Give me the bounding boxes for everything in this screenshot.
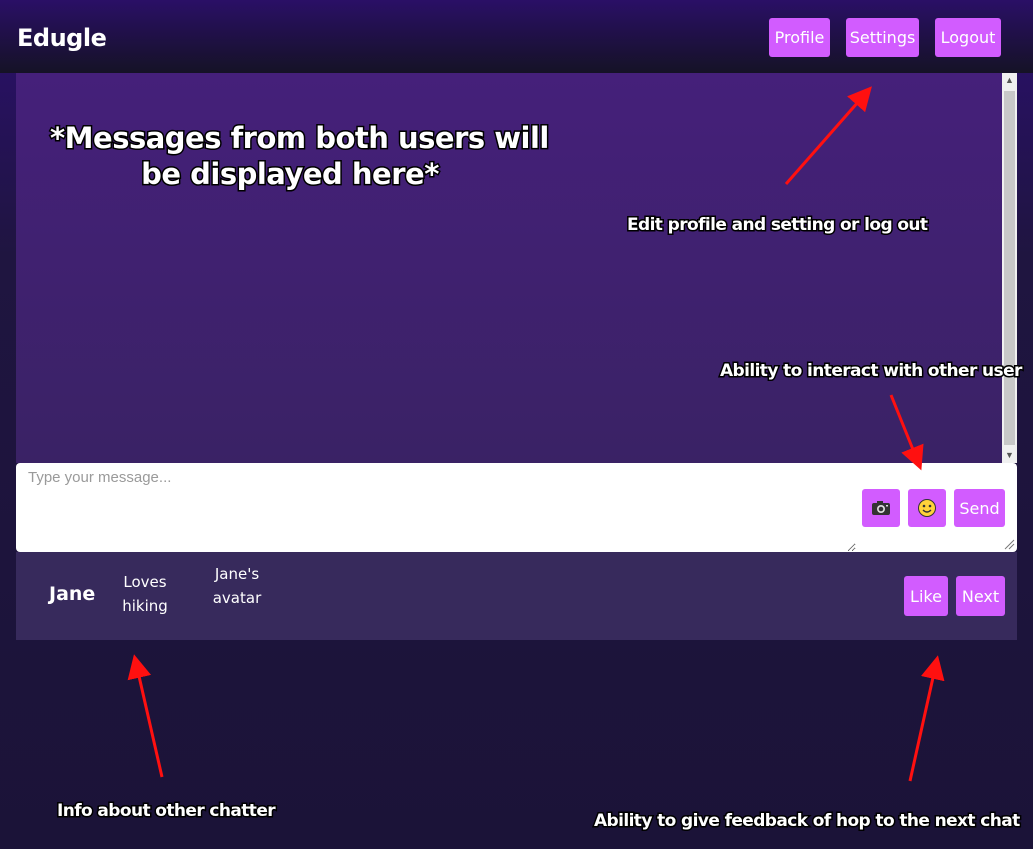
messages-annotation: *Messages from both users will be displa… [49, 120, 551, 193]
message-input[interactable] [16, 463, 856, 552]
emoji-button[interactable] [908, 489, 946, 527]
scroll-down-icon[interactable]: ▼ [1002, 448, 1017, 463]
interact-annotation: Ability to interact with other user [719, 360, 1024, 383]
scroll-up-icon[interactable]: ▲ [1002, 73, 1017, 88]
chatter-avatar-line2: avatar [212, 589, 262, 607]
messages-annotation-line1: *Messages from both users will [49, 120, 551, 157]
feedback-annotation: Ability to give feedback of hop to the n… [593, 810, 1022, 833]
profile-button[interactable]: Profile [769, 18, 830, 57]
chatter-bio-line2: hiking [122, 597, 168, 615]
messages-annotation-line2: be displayed here* [140, 156, 441, 193]
arrow-to-like-next [908, 655, 945, 782]
chat-scrollbar[interactable]: ▲ ▼ [1002, 73, 1017, 463]
settings-button[interactable]: Settings [846, 18, 919, 57]
chatter-avatar: Jane's avatar [209, 562, 265, 610]
like-button[interactable]: Like [904, 576, 948, 616]
chatter-bio: Loves hiking [120, 570, 170, 618]
send-button[interactable]: Send [954, 489, 1005, 527]
edit-annotation: Edit profile and setting or log out [625, 214, 929, 237]
emoji-icon [918, 499, 936, 517]
scroll-thumb[interactable] [1004, 91, 1015, 445]
camera-icon [872, 501, 890, 515]
navbar: Edugle Profile Settings Logout [0, 0, 1033, 73]
info-annotation: Info about other chatter [55, 800, 277, 823]
resize-grip-icon[interactable] [1003, 538, 1015, 550]
logout-button[interactable]: Logout [935, 18, 1001, 57]
chatter-name: Jane [49, 583, 96, 605]
camera-button[interactable] [862, 489, 900, 527]
next-button[interactable]: Next [956, 576, 1005, 616]
arrow-to-chatter-info [127, 654, 164, 778]
brand-logo[interactable]: Edugle [17, 24, 107, 52]
chatter-bio-line1: Loves [123, 573, 167, 591]
chatter-avatar-line1: Jane's [214, 565, 260, 583]
